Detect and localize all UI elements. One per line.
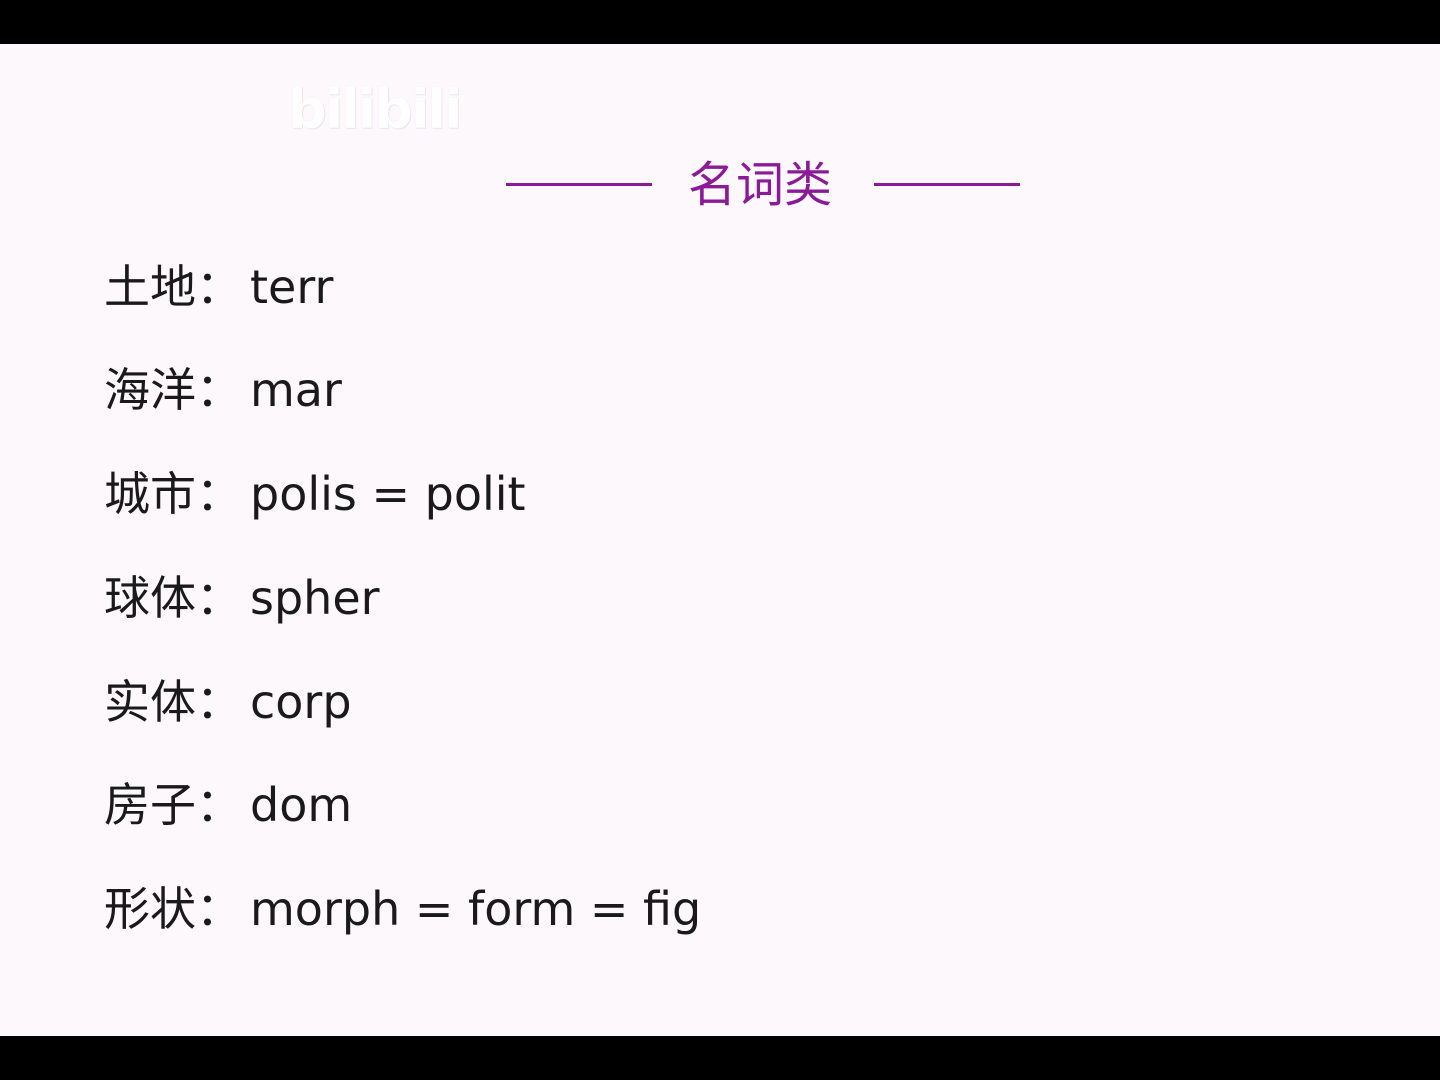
vocab-row: 球体： spher [104,563,380,633]
vocab-root: corp [250,675,352,729]
vocab-label: 房子： [104,778,242,832]
vocab-label: 土地： [104,260,242,314]
vocab-row: 实体： corp [104,667,352,737]
vocab-root: terr [250,260,334,314]
bilibili-watermark: bilibili [288,78,462,141]
vocab-row: 形状： morph = form = fig [104,874,701,944]
vocab-root: mar [250,363,342,417]
vocab-row: 房子： dom [104,770,352,840]
vocab-row: 城市： polis = polit [104,459,526,529]
vocab-label: 实体： [104,675,242,729]
vocab-root: spher [250,571,380,625]
vocab-root: dom [250,778,353,832]
letterbox-bottom [0,1036,1440,1080]
title-divider-right [874,183,1020,186]
vocab-label: 城市： [104,467,242,521]
vocab-root: polis = polit [250,467,526,521]
vocab-label: 形状： [104,882,242,936]
vocab-root: morph = form = fig [250,882,702,936]
vocab-label: 球体： [104,571,242,625]
vocab-label: 海洋： [104,363,242,417]
title-divider-left [506,183,652,186]
letterbox-top [0,0,1440,44]
vocab-row: 土地： terr [104,252,333,322]
slide-title: 名词类 [688,157,833,213]
vocab-row: 海洋： mar [104,355,342,425]
slide: bilibili 名词类 土地： terr 海洋： mar 城市： polis = p… [0,44,1440,1036]
